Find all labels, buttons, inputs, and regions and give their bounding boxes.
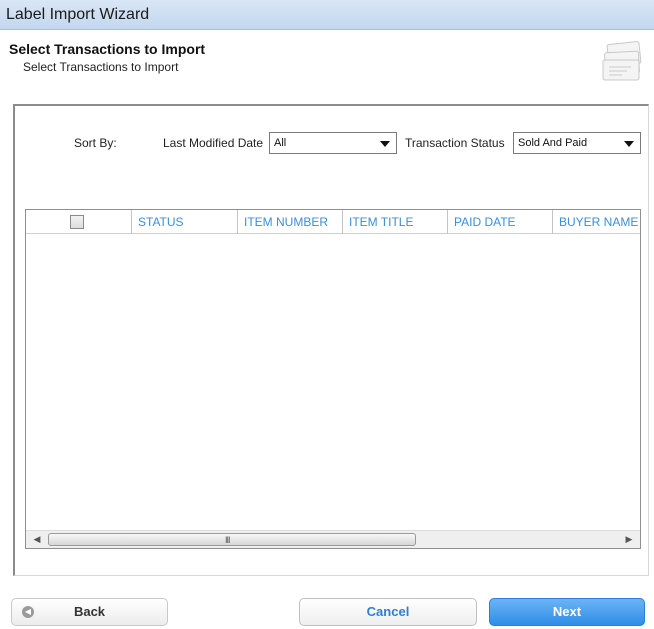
column-header-item-number[interactable]: ITEM NUMBER: [237, 210, 342, 234]
next-button-label: Next: [552, 604, 582, 619]
scroll-right-icon[interactable]: ▶: [620, 531, 638, 548]
page-subtitle: Select Transactions to Import: [23, 60, 179, 74]
back-button[interactable]: ◀ Back: [11, 598, 168, 626]
back-arrow-icon: ◀: [22, 606, 34, 618]
select-all-checkbox[interactable]: [70, 215, 84, 229]
column-header-buyer-name[interactable]: BUYER NAME: [552, 210, 640, 234]
cancel-button-label: Cancel: [366, 604, 410, 619]
window-titlebar: Label Import Wizard: [0, 0, 654, 30]
column-header-status[interactable]: STATUS: [131, 210, 237, 234]
scrollbar-grip: III: [225, 535, 230, 545]
last-modified-value: All: [274, 137, 287, 149]
window-title: Label Import Wizard: [6, 6, 150, 23]
chevron-down-icon: [624, 141, 634, 147]
document-stack-icon: [602, 41, 642, 81]
transaction-status-dropdown[interactable]: Sold And Paid: [513, 132, 641, 154]
transactions-table: STATUS ITEM NUMBER ITEM TITLE PAID DATE …: [25, 209, 641, 549]
page-title: Select Transactions to Import: [9, 41, 206, 57]
table-header: STATUS ITEM NUMBER ITEM TITLE PAID DATE …: [26, 210, 640, 234]
column-header-paid-date[interactable]: PAID DATE: [447, 210, 552, 234]
sort-by-label: Sort By:: [74, 136, 117, 150]
column-header-item-title[interactable]: ITEM TITLE: [342, 210, 447, 234]
scrollbar-thumb[interactable]: III: [48, 533, 416, 546]
last-modified-label: Last Modified Date: [163, 136, 264, 150]
chevron-down-icon: [380, 141, 390, 147]
last-modified-dropdown[interactable]: All: [269, 132, 397, 154]
transactions-panel: Sort By: Last Modified Date All Transact…: [13, 104, 649, 576]
transaction-status-label: Transaction Status: [405, 136, 505, 150]
cancel-button[interactable]: Cancel: [299, 598, 477, 626]
transaction-status-value: Sold And Paid: [518, 137, 588, 149]
scroll-left-icon[interactable]: ◀: [28, 531, 46, 548]
next-button[interactable]: Next: [489, 598, 645, 626]
back-button-label: Back: [73, 604, 106, 619]
horizontal-scrollbar[interactable]: ◀ III ▶: [26, 530, 640, 548]
